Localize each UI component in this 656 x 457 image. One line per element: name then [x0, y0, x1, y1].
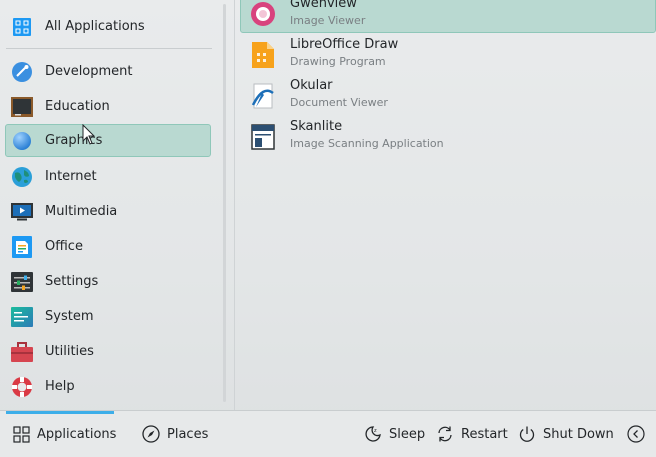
category-development[interactable]: Development	[5, 55, 211, 88]
category-label: Settings	[45, 274, 99, 289]
category-education[interactable]: Education	[5, 90, 211, 123]
restart-label: Restart	[461, 426, 508, 442]
skanlite-icon	[250, 124, 276, 150]
category-all-applications[interactable]: All Applications	[5, 10, 211, 43]
app-skanlite[interactable]: Skanlite Image Scanning Application	[240, 117, 656, 156]
app-name: Okular	[290, 78, 333, 93]
chevron-left-circle-icon	[627, 425, 645, 443]
svg-text:z: z	[374, 428, 377, 434]
app-name: Gwenview	[290, 0, 357, 11]
category-settings[interactable]: Settings	[5, 265, 211, 298]
app-description: Drawing Program	[290, 55, 386, 68]
app-gwenview[interactable]: Gwenview Image Viewer	[240, 0, 656, 33]
tab-places-label: Places	[167, 426, 209, 442]
multimedia-icon	[11, 201, 33, 223]
restart-button[interactable]: Restart	[436, 423, 508, 445]
more-actions-button[interactable]	[627, 423, 652, 445]
tab-applications[interactable]: Applications	[12, 423, 116, 445]
tab-places[interactable]: Places	[142, 423, 208, 445]
internet-icon	[11, 166, 33, 188]
education-icon	[11, 96, 33, 118]
category-list: All Applications Development Education G…	[0, 0, 218, 410]
category-label: Internet	[45, 169, 97, 184]
app-okular[interactable]: Okular Document Viewer	[240, 76, 656, 115]
tab-applications-label: Applications	[37, 426, 117, 442]
shutdown-label: Shut Down	[543, 426, 614, 442]
category-label: Multimedia	[45, 204, 118, 219]
restart-icon	[436, 425, 454, 443]
okular-icon	[250, 83, 276, 109]
category-scrollbar[interactable]	[221, 0, 229, 410]
category-multimedia[interactable]: Multimedia	[5, 195, 211, 228]
app-description: Document Viewer	[290, 96, 388, 109]
category-utilities[interactable]: Utilities	[5, 335, 211, 368]
app-name: LibreOffice Draw	[290, 37, 399, 52]
application-list: Gwenview Image Viewer LibreOffice Draw D…	[234, 0, 656, 410]
category-graphics[interactable]: Graphics	[5, 124, 211, 157]
gwenview-icon	[250, 1, 276, 27]
sleep-label: Sleep	[389, 426, 426, 442]
category-label: Office	[45, 239, 83, 254]
category-label: Help	[45, 379, 75, 394]
mouse-cursor-icon	[82, 124, 96, 145]
office-icon	[11, 235, 33, 258]
category-divider	[6, 48, 212, 49]
libreoffice-draw-icon	[250, 42, 276, 68]
compass-icon	[142, 425, 160, 443]
app-libreoffice-draw[interactable]: LibreOffice Draw Drawing Program	[240, 35, 656, 74]
power-icon	[518, 425, 536, 443]
app-description: Image Viewer	[290, 14, 366, 27]
help-icon	[11, 376, 33, 398]
category-internet[interactable]: Internet	[5, 160, 211, 193]
shutdown-button[interactable]: Shut Down	[518, 423, 614, 445]
app-description: Image Scanning Application	[290, 137, 444, 150]
scrollbar-thumb[interactable]	[223, 4, 226, 402]
graphics-icon	[11, 130, 33, 152]
active-tab-indicator	[6, 411, 114, 414]
settings-icon	[11, 271, 33, 293]
utilities-icon	[11, 341, 33, 363]
applications-grid-icon	[12, 425, 30, 443]
category-label: All Applications	[45, 19, 145, 34]
bottom-bar: Applications Places z Sleep Restart Shut…	[0, 410, 656, 457]
system-icon	[11, 306, 33, 328]
category-label: Development	[45, 64, 133, 79]
all-applications-icon	[11, 16, 33, 38]
category-label: Education	[45, 99, 110, 114]
development-icon	[11, 61, 33, 83]
category-help[interactable]: Help	[5, 370, 211, 403]
category-system[interactable]: System	[5, 300, 211, 333]
sleep-button[interactable]: z Sleep	[364, 423, 425, 445]
category-label: System	[45, 309, 94, 324]
category-label: Utilities	[45, 344, 94, 359]
category-office[interactable]: Office	[5, 230, 211, 263]
sleep-icon: z	[364, 425, 382, 443]
app-name: Skanlite	[290, 119, 343, 134]
